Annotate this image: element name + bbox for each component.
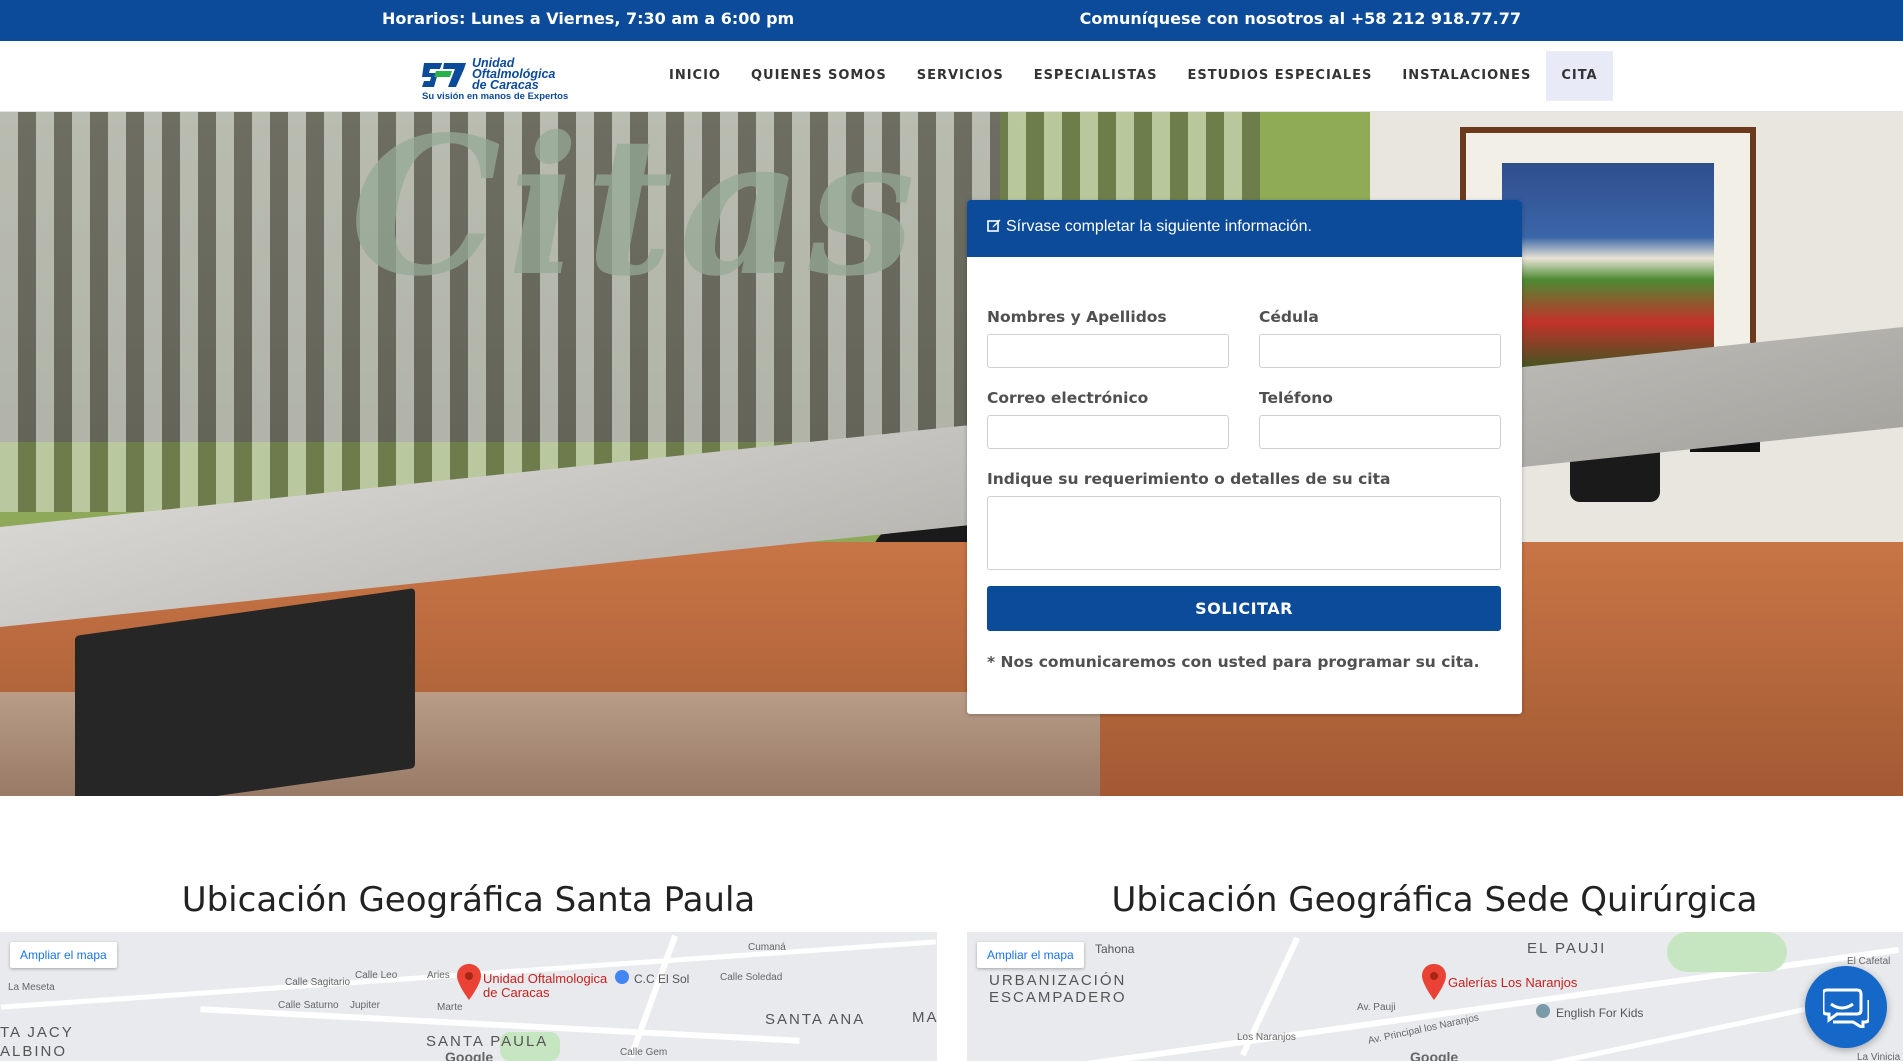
- nav-item-instalaciones[interactable]: INSTALACIONES: [1387, 51, 1546, 101]
- logo-tagline: Su visión en manos de Expertos: [422, 91, 569, 102]
- business-hours: Horarios: Lunes a Viernes, 7:30 am a 6:0…: [382, 9, 795, 28]
- map-poi: English For Kids: [1556, 1006, 1644, 1020]
- nav-item-cita[interactable]: CITA: [1546, 51, 1613, 101]
- school-icon: [1536, 1004, 1550, 1018]
- form-header-text: Sírvase completar la siguiente informaci…: [1006, 218, 1312, 235]
- map-santa-paula[interactable]: Ampliar el mapa La Meseta Calle Sagitari…: [0, 932, 937, 1061]
- nav-menu: INICIO QUIENES SOMOS SERVICIOS ESPECIALI…: [654, 51, 1613, 101]
- enlarge-map-link[interactable]: Ampliar el mapa: [10, 942, 117, 968]
- map-pin-icon[interactable]: [1422, 964, 1446, 1000]
- google-logo: Google: [445, 1049, 494, 1061]
- details-textarea[interactable]: [987, 496, 1501, 570]
- shopping-icon: [615, 970, 629, 984]
- contact-phone[interactable]: Comuníquese con nosotros al +58 212 918.…: [1080, 9, 1521, 28]
- nav-item-quienes-somos[interactable]: QUIENES SOMOS: [736, 51, 902, 101]
- logo-mark-icon: [422, 63, 466, 87]
- appointment-form: Sírvase completar la siguiente informaci…: [967, 200, 1522, 714]
- submit-button[interactable]: SOLICITAR: [987, 586, 1501, 631]
- phone-label: Teléfono: [1259, 389, 1333, 407]
- name-label: Nombres y Apellidos: [987, 308, 1167, 326]
- google-logo: Google: [1410, 1049, 1459, 1061]
- map-poi: C.C El Sol: [634, 972, 690, 986]
- chat-bubbles-icon: [1823, 988, 1869, 1028]
- form-header: Sírvase completar la siguiente informaci…: [967, 200, 1522, 257]
- form-note: * Nos comunicaremos con usted para progr…: [987, 653, 1480, 671]
- details-label: Indique su requerimiento o detalles de s…: [987, 470, 1391, 488]
- id-label: Cédula: [1259, 308, 1319, 326]
- enlarge-map-link[interactable]: Ampliar el mapa: [977, 942, 1084, 968]
- nav-item-inicio[interactable]: INICIO: [654, 51, 736, 101]
- hero-reception-photo: Citas: [0, 112, 1903, 796]
- logo-name: Unidad Oftalmológica de Caracas: [472, 56, 556, 92]
- main-navigation: Unidad Oftalmológica de Caracas Su visió…: [0, 41, 1903, 112]
- nav-item-servicios[interactable]: SERVICIOS: [902, 51, 1019, 101]
- chat-button[interactable]: [1805, 966, 1887, 1048]
- map-pin-icon[interactable]: [457, 964, 481, 1000]
- email-label: Correo electrónico: [987, 389, 1149, 407]
- citas-sign: Citas: [350, 112, 922, 318]
- map-place-label: Galerías Los Naranjos: [1448, 975, 1578, 990]
- top-info-bar: Horarios: Lunes a Viernes, 7:30 am a 6:0…: [0, 0, 1903, 41]
- site-logo[interactable]: Unidad Oftalmológica de Caracas Su visió…: [382, 49, 612, 105]
- phone-field[interactable]: [1259, 415, 1501, 449]
- name-field[interactable]: [987, 334, 1229, 368]
- map-place-label: Unidad Oftalmologica de Caracas: [483, 971, 608, 1000]
- location-title-sede-quirurgica: Ubicación Geográfica Sede Quirúrgica: [1111, 880, 1758, 920]
- map-sede-quirurgica[interactable]: Ampliar el mapa Tahona URBANIZACIÓN ESCA…: [967, 932, 1903, 1061]
- nav-item-especialistas[interactable]: ESPECIALISTAS: [1019, 51, 1173, 101]
- nav-item-estudios-especiales[interactable]: ESTUDIOS ESPECIALES: [1173, 51, 1388, 101]
- edit-icon: [987, 219, 1001, 232]
- email-field[interactable]: [987, 415, 1229, 449]
- location-title-santa-paula: Ubicación Geográfica Santa Paula: [181, 880, 756, 920]
- id-field[interactable]: [1259, 334, 1501, 368]
